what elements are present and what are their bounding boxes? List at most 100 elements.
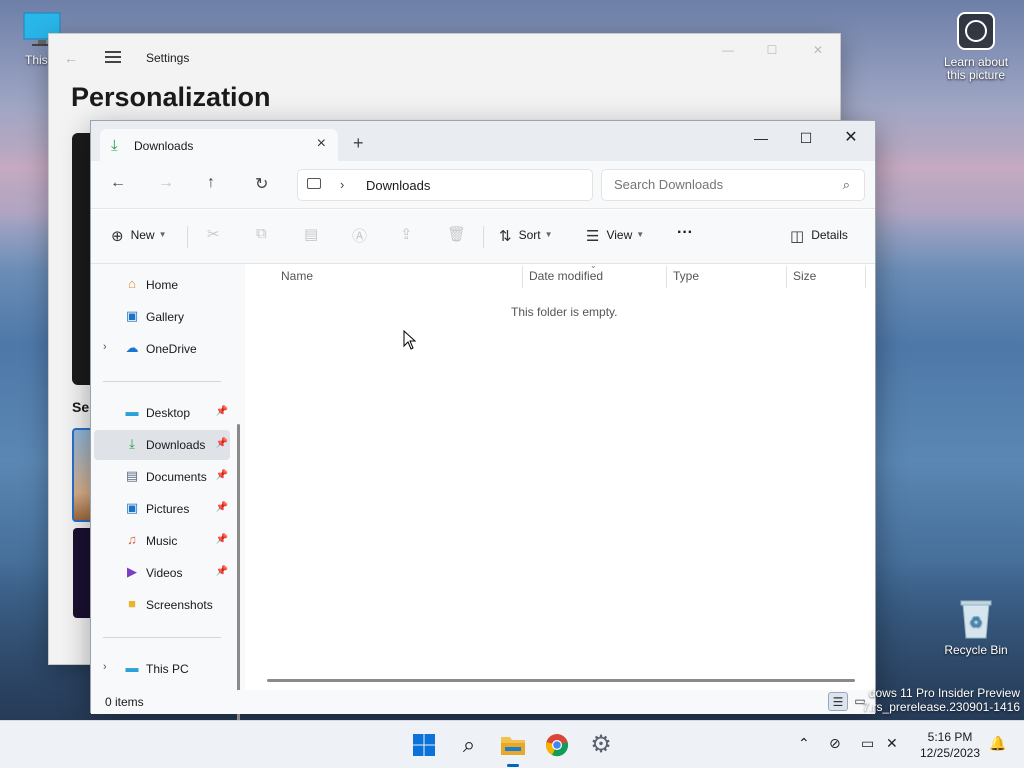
- chevron-down-icon: ▼: [544, 230, 553, 239]
- hamburger-menu-icon[interactable]: [105, 51, 121, 66]
- details-button[interactable]: ◫ Details: [790, 227, 848, 245]
- computer-icon: ▬: [125, 660, 139, 675]
- tab-close-icon[interactable]: ×: [317, 135, 326, 153]
- gallery-icon: ▣: [125, 308, 139, 323]
- nav-item-screenshots[interactable]: ■ Screenshots: [94, 590, 230, 620]
- maximize-icon[interactable]: ☐: [757, 43, 787, 59]
- chevron-down-icon: ▼: [636, 230, 645, 239]
- address-bar[interactable]: › Downloads: [297, 169, 593, 201]
- chevron-right-icon[interactable]: ›: [103, 341, 107, 353]
- rename-icon[interactable]: Ⓐ: [352, 225, 367, 246]
- paste-icon[interactable]: ▤: [304, 225, 318, 243]
- column-divider[interactable]: [522, 266, 523, 288]
- chevron-right-icon[interactable]: ›: [103, 661, 107, 673]
- file-explorer-window[interactable]: ⤓ Downloads × + — ☐ ✕ ← → ↑ ↻ › Download…: [90, 120, 876, 760]
- divider: [483, 226, 484, 248]
- item-count: 0 items: [105, 695, 144, 709]
- column-header-size[interactable]: Size: [793, 269, 816, 283]
- system-clock[interactable]: 5:16 PM 12/25/2023: [912, 729, 988, 761]
- start-button[interactable]: [409, 730, 439, 760]
- new-tab-button[interactable]: +: [353, 133, 364, 154]
- sort-button[interactable]: ⇅ Sort ▼: [499, 227, 553, 245]
- search-icon[interactable]: ⌕: [454, 730, 484, 760]
- file-explorer-taskbar-button[interactable]: [498, 730, 528, 767]
- nav-item-downloads[interactable]: ⤓ Downloads 📌: [94, 430, 230, 460]
- watermark-line: dows 11 Pro Insider Preview: [868, 686, 1020, 700]
- download-arrow-icon: ⤓: [111, 137, 118, 154]
- tab-downloads[interactable]: ⤓ Downloads ×: [100, 129, 338, 161]
- minimize-icon[interactable]: —: [713, 43, 743, 59]
- cut-icon[interactable]: ✂: [207, 225, 220, 243]
- up-arrow-icon[interactable]: ↑: [207, 174, 215, 192]
- details-pane-icon: ◫: [790, 228, 805, 245]
- nav-item-onedrive[interactable]: › ☁ OneDrive: [94, 334, 230, 364]
- watermark-line: 7.rs_prerelease.230901-1416: [862, 700, 1020, 714]
- cloud-icon: ☁: [125, 340, 139, 355]
- nav-label: Gallery: [146, 310, 185, 324]
- column-divider[interactable]: [865, 266, 866, 288]
- column-divider[interactable]: [666, 266, 667, 288]
- minimize-icon[interactable]: —: [739, 125, 783, 151]
- pin-icon: 📌: [215, 502, 228, 513]
- learn-about-picture[interactable]: Learn about this picture: [940, 12, 1012, 82]
- nav-label: Videos: [146, 566, 183, 580]
- nav-item-this-pc[interactable]: › ▬ This PC: [94, 654, 230, 684]
- recycle-bin-icon: ♻: [960, 600, 992, 639]
- recycle-bin-label: Recycle Bin: [944, 643, 1008, 657]
- close-icon[interactable]: ✕: [803, 43, 833, 59]
- back-arrow-icon[interactable]: ←: [110, 174, 126, 192]
- speaker-muted-icon[interactable]: ✕: [886, 735, 898, 752]
- delete-icon[interactable]: 🗑: [447, 225, 466, 243]
- column-header-type[interactable]: Type: [673, 269, 699, 283]
- chevron-up-icon[interactable]: ⌃: [798, 735, 810, 752]
- new-button[interactable]: ⊕ New ▼: [111, 227, 167, 245]
- nav-label: Pictures: [146, 502, 190, 516]
- column-header-date-modified[interactable]: Date modified: [529, 269, 603, 283]
- search-input[interactable]: [614, 177, 824, 192]
- windows-logo-icon: [413, 734, 435, 756]
- nav-divider: [103, 381, 221, 382]
- column-header-name[interactable]: Name: [281, 269, 313, 283]
- nav-label: OneDrive: [146, 342, 197, 356]
- notification-bell-icon[interactable]: 🔔: [989, 735, 1006, 752]
- more-options-button[interactable]: ···: [677, 224, 693, 242]
- close-icon[interactable]: ✕: [829, 125, 873, 151]
- breadcrumb-downloads[interactable]: Downloads: [366, 178, 430, 193]
- chevron-right-icon[interactable]: ›: [340, 177, 344, 192]
- nav-item-gallery[interactable]: ▣ Gallery: [94, 302, 230, 332]
- refresh-icon[interactable]: ↻: [255, 174, 268, 194]
- maximize-icon[interactable]: ☐: [784, 125, 828, 151]
- nav-item-home[interactable]: ⌂ Home: [94, 270, 230, 300]
- search-box[interactable]: ⌕: [601, 169, 865, 201]
- navigation-pane: ⌂ Home ▣ Gallery › ☁ OneDrive ▬ Desktop …: [91, 264, 245, 760]
- details-label: Details: [811, 228, 848, 242]
- wallpaper-thumb-selected[interactable]: [72, 428, 92, 522]
- computer-icon: [307, 178, 321, 189]
- build-watermark: dows 11 Pro Insider Preview 7.rs_prerele…: [863, 686, 1020, 714]
- nav-item-music[interactable]: ♫ Music 📌: [94, 526, 230, 556]
- back-arrow-icon[interactable]: ←: [64, 50, 78, 66]
- nav-item-desktop[interactable]: ▬ Desktop 📌: [94, 398, 230, 428]
- desktop-recycle-bin[interactable]: ♻ Recycle Bin: [940, 598, 1012, 657]
- column-divider[interactable]: [786, 266, 787, 288]
- folder-icon: ■: [128, 596, 136, 611]
- desktop-icon: ▬: [125, 404, 139, 419]
- display-icon[interactable]: ▭: [861, 735, 874, 752]
- settings-gear-icon[interactable]: ⚙: [586, 730, 616, 760]
- nav-item-pictures[interactable]: ▣ Pictures 📌: [94, 494, 230, 524]
- forward-arrow-icon[interactable]: →: [158, 174, 174, 192]
- view-button[interactable]: ☰ View ▼: [586, 227, 644, 245]
- details-view-icon[interactable]: ☰: [828, 692, 848, 711]
- network-off-icon[interactable]: ⊘: [829, 735, 841, 752]
- copy-icon[interactable]: ⧉: [256, 225, 267, 242]
- horizontal-scrollbar[interactable]: [267, 679, 855, 682]
- search-icon: ⌕: [842, 177, 850, 192]
- nav-item-videos[interactable]: ▶ Videos 📌: [94, 558, 230, 588]
- nav-item-documents[interactable]: ▤ Documents 📌: [94, 462, 230, 492]
- new-label: New: [130, 228, 155, 242]
- nav-label: Screenshots: [146, 598, 213, 612]
- divider: [187, 226, 188, 248]
- chevron-down-icon: ▼: [158, 230, 167, 239]
- share-icon[interactable]: ⇪: [400, 225, 413, 243]
- chrome-taskbar-button[interactable]: [542, 730, 572, 760]
